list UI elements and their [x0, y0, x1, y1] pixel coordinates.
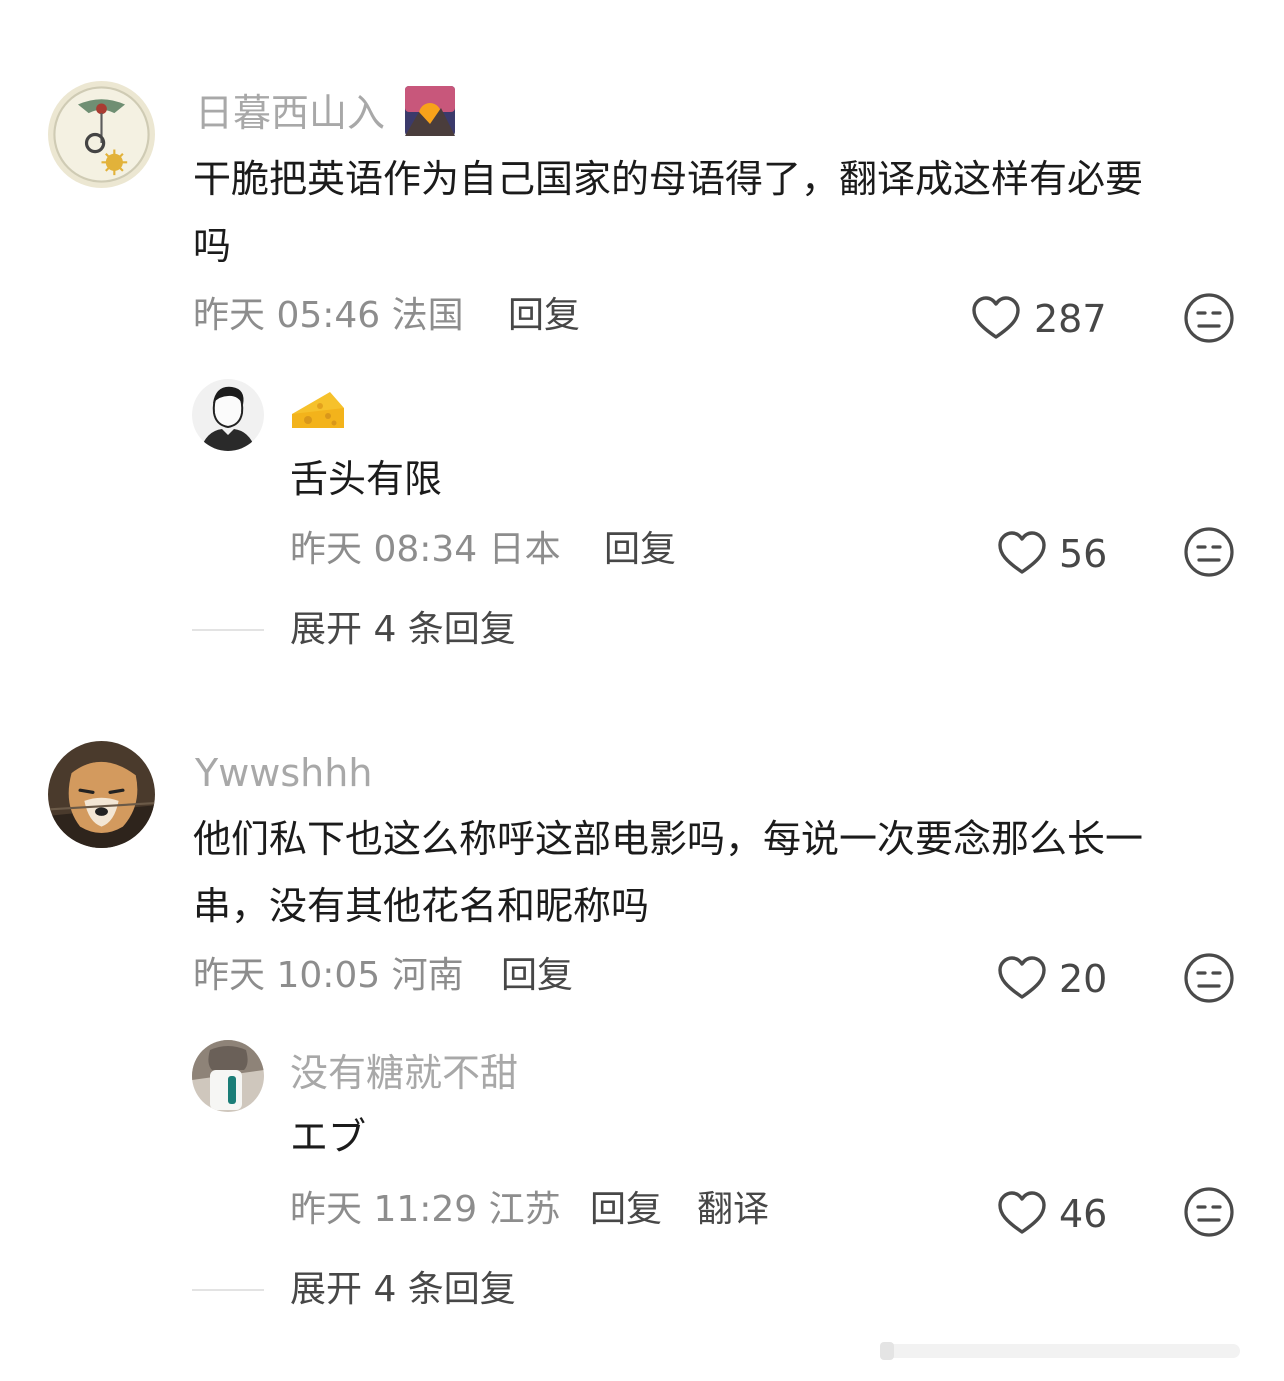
cheese-emoji-icon — [290, 386, 346, 432]
reply-meta: 昨天 11:29 江苏 — [290, 1189, 561, 1230]
comment-meta: 昨天 10:05 河南 — [193, 955, 464, 996]
reply-text: エブ — [290, 1115, 367, 1159]
meh-face-icon[interactable] — [1183, 526, 1235, 578]
heart-outline-icon[interactable] — [970, 295, 1022, 341]
scroll-indicator[interactable] — [880, 1336, 1240, 1366]
expand-replies-button[interactable]: 展开 4 条回复 — [290, 612, 516, 648]
comment-text-continued: 吗 — [193, 224, 232, 268]
heart-outline-icon[interactable] — [996, 1190, 1048, 1236]
expand-replies-button[interactable]: 展开 4 条回复 — [290, 1272, 516, 1308]
meh-face-icon[interactable] — [1183, 292, 1235, 344]
heart-outline-icon[interactable] — [996, 955, 1048, 1001]
meh-face-icon[interactable] — [1183, 952, 1235, 1004]
reply-button[interactable]: 回复 — [604, 532, 676, 568]
avatar[interactable] — [192, 379, 264, 451]
comment-text: 他们私下也这么称呼这部电影吗，每说一次要念那么长一 — [193, 817, 1144, 861]
like-count: 287 — [1034, 297, 1107, 341]
comment-text: 干脆把英语作为自己国家的母语得了，翻译成这样有必要 — [193, 157, 1144, 201]
reply-text: 舌头有限 — [290, 457, 443, 501]
like-count: 20 — [1059, 957, 1108, 1001]
mountain-sunset-emoji-icon — [405, 86, 455, 136]
like-count: 46 — [1059, 1192, 1108, 1236]
translate-button[interactable]: 翻译 — [697, 1192, 769, 1228]
avatar[interactable] — [192, 1040, 264, 1112]
avatar[interactable] — [48, 741, 155, 848]
reply-username[interactable]: 没有糖就不甜 — [290, 1054, 518, 1092]
comment-text-continued: 串，没有其他花名和昵称吗 — [193, 884, 650, 928]
meh-face-icon[interactable] — [1183, 1186, 1235, 1238]
reply-button[interactable]: 回复 — [590, 1192, 662, 1228]
expand-divider — [192, 1289, 264, 1291]
reply-meta: 昨天 08:34 日本 — [290, 529, 561, 570]
comment-username[interactable]: Ywwshhh — [195, 754, 372, 792]
like-count: 56 — [1059, 532, 1108, 576]
reply-button[interactable]: 回复 — [501, 958, 573, 994]
comment-username[interactable]: 日暮西山入 — [195, 94, 385, 132]
comment-meta: 昨天 05:46 法国 — [193, 295, 464, 336]
expand-divider — [192, 629, 264, 631]
avatar[interactable] — [48, 81, 155, 188]
reply-button[interactable]: 回复 — [508, 298, 580, 334]
heart-outline-icon[interactable] — [996, 530, 1048, 576]
